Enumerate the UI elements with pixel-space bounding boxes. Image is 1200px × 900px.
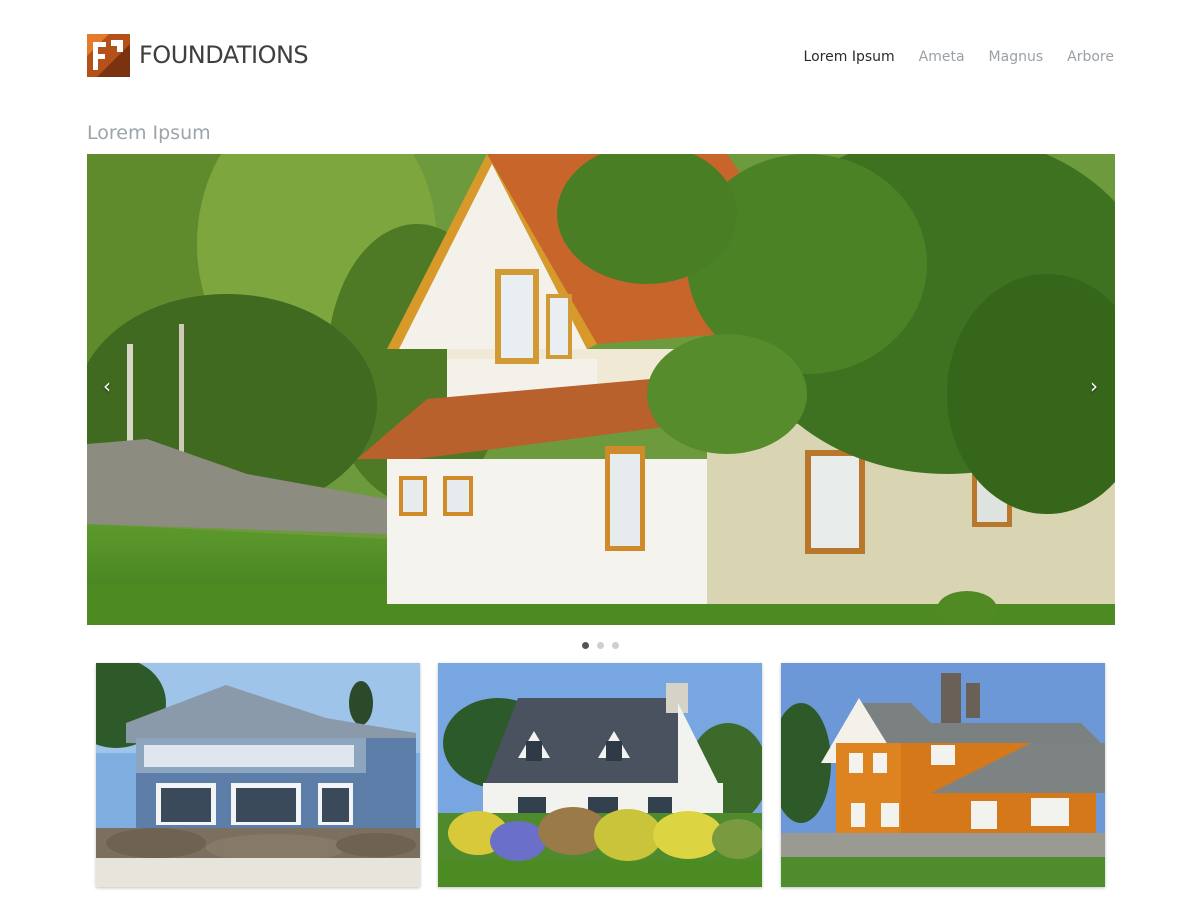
page-title: Lorem Ipsum: [87, 122, 211, 144]
foundations-logo-icon: [87, 33, 130, 77]
orange-house-thumbnail[interactable]: [781, 663, 1105, 887]
slider-dot-3[interactable]: [612, 642, 619, 649]
blue-beach-house-thumbnail[interactable]: [96, 663, 420, 887]
brand-name: FOUNDATIONS: [139, 41, 309, 69]
slider-dot-2[interactable]: [597, 642, 604, 649]
hero-slide-image[interactable]: [87, 154, 1115, 625]
slider-next-button[interactable]: ›: [1082, 372, 1106, 400]
nav-item-arbore[interactable]: Arbore: [1067, 49, 1114, 65]
brand-logo[interactable]: FOUNDATIONS: [87, 33, 309, 77]
nav-item-ameta[interactable]: Ameta: [919, 49, 965, 65]
slider-pagination: [582, 642, 619, 649]
white-cottage-thumbnail[interactable]: [438, 663, 762, 887]
slider-dot-1[interactable]: [582, 642, 589, 649]
main-nav: Lorem Ipsum Ameta Magnus Arbore: [804, 49, 1114, 65]
nav-item-magnus[interactable]: Magnus: [989, 49, 1044, 65]
slider-prev-button[interactable]: ‹: [95, 372, 119, 400]
nav-item-lorem-ipsum[interactable]: Lorem Ipsum: [804, 49, 895, 65]
